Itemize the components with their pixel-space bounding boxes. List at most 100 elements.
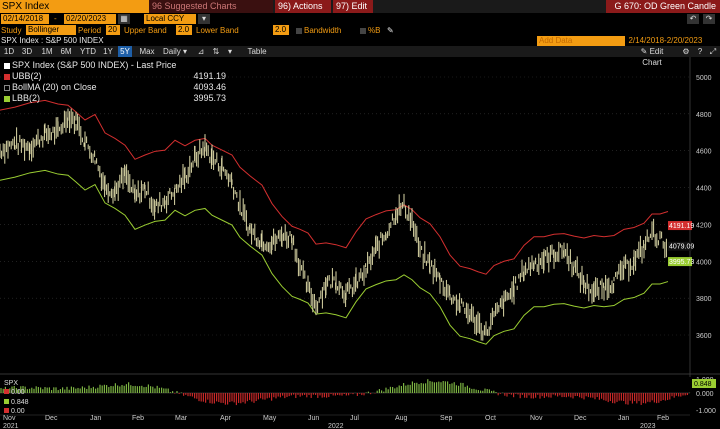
help-icon[interactable]: ? xyxy=(694,46,706,57)
legend-swatch xyxy=(4,95,10,102)
calendar-icon[interactable]: ▦ xyxy=(118,14,130,24)
study-select[interactable]: Bollinger xyxy=(26,25,76,35)
lower-legend-value: 0.848 xyxy=(11,399,29,406)
tf-1y[interactable]: 1Y xyxy=(101,46,115,57)
x-axis-month: Feb xyxy=(657,415,669,422)
suggested-charts-button[interactable]: 96 Suggested Charts xyxy=(149,0,273,13)
legend-label: SPX Index (S&P 500 INDEX) - Last Price xyxy=(12,60,177,70)
checkbox-icon xyxy=(360,27,366,34)
end-date-input[interactable]: 02/20/2023 xyxy=(64,14,116,24)
tf-max[interactable]: Max xyxy=(137,46,157,57)
currency-select[interactable]: Local CCY xyxy=(144,14,196,24)
value-tag-label: 4079.09 xyxy=(669,244,694,251)
checkbox-icon xyxy=(296,27,302,34)
legend-item-price[interactable]: SPX Index (S&P 500 INDEX) - Last Price xyxy=(4,60,226,71)
lower-bollinger-band xyxy=(0,169,669,345)
chart-symbol: SPX Index : S&P 500 INDEX xyxy=(1,36,104,45)
chart-header: SPX Index : S&P 500 INDEX Add Data Daily… xyxy=(0,36,720,46)
price-chart[interactable]: 5000 4800 4600 4400 4200 4000 3800 3600 Nov Dec J… xyxy=(0,57,720,429)
tf-ytd[interactable]: YTD xyxy=(78,46,98,57)
pencil-icon: ✎ xyxy=(640,47,650,56)
tf-1d[interactable]: 1D xyxy=(2,46,16,57)
redo-icon[interactable]: ↷ xyxy=(703,14,715,24)
y-axis: 5000 4800 4600 4400 4200 4000 3800 3600 xyxy=(696,75,712,340)
top-toolbar: SPX Index 96 Suggested Charts 96) Action… xyxy=(0,0,720,13)
period-input[interactable]: 20 xyxy=(106,25,120,35)
bandwidth-checkbox[interactable]: Bandwidth xyxy=(296,25,341,36)
chart-template-title: G 670: OD Green Candle xyxy=(606,0,720,13)
tf-6m[interactable]: 6M xyxy=(59,46,73,57)
compare-icon[interactable]: ⇅ xyxy=(210,46,222,57)
price-candles xyxy=(0,108,667,341)
x-axis-month: Dec xyxy=(574,415,587,422)
chevron-down-icon[interactable]: ▾ xyxy=(198,14,210,24)
x-axis-year: 2021 xyxy=(3,423,19,429)
y-axis-label: 3800 xyxy=(696,296,712,303)
chart-legend: SPX Index (S&P 500 INDEX) - Last Price U… xyxy=(4,60,226,104)
x-axis-month: Nov xyxy=(3,415,16,422)
lower-indicator-panel: SPX0.000.8480.001.0000.000-1.0000.848 xyxy=(0,373,720,415)
x-axis-month: Nov xyxy=(530,415,543,422)
date-range-row: 02/14/2018 - 02/20/2023 ▦ Local CCY ▾ ↶ … xyxy=(0,13,720,25)
legend-swatch xyxy=(4,73,10,80)
legend-swatch xyxy=(4,62,10,69)
x-axis-month: Apr xyxy=(220,415,232,422)
more-menu-icon[interactable]: ▾ xyxy=(226,46,234,57)
y-axis-label: 4600 xyxy=(696,149,712,156)
percent-b-checkbox[interactable]: %B xyxy=(360,25,380,36)
frequency-select[interactable]: Daily ▾ xyxy=(160,46,190,57)
right-value-tags: 4191.19 4079.09 3995.73 xyxy=(668,221,694,267)
y-axis-label: 4400 xyxy=(696,186,712,193)
chart-type-icon[interactable]: ⊿ xyxy=(195,46,207,57)
table-button[interactable]: Table xyxy=(245,46,269,57)
upper-bollinger-band xyxy=(0,99,669,275)
legend-item-bollma[interactable]: BollMA (20) on Close 4093.46 xyxy=(4,82,226,93)
x-axis-year: 2023 xyxy=(640,423,656,429)
actions-menu[interactable]: 96) Actions xyxy=(275,0,331,13)
timeframe-bar: 1D 3D 1M 6M YTD 1Y 5Y Max Daily ▾ ⊿ ⇅ ▾ … xyxy=(0,46,720,67)
upper-band-label: Upper Band xyxy=(124,26,167,35)
y-axis-label: 3600 xyxy=(696,333,712,340)
x-axis-month: Oct xyxy=(485,415,496,422)
edit-chart-button[interactable]: ✎ Edit Chart xyxy=(630,46,674,67)
settings-icon[interactable]: ⚙ xyxy=(680,46,692,57)
legend-value: 4191.19 xyxy=(193,71,226,81)
chart-grid xyxy=(0,57,691,377)
value-tag-label: 4191.19 xyxy=(669,223,694,230)
y-axis-label: 4000 xyxy=(696,259,712,266)
lower-y-label: -1.000 xyxy=(696,408,716,415)
undo-icon[interactable]: ↶ xyxy=(687,14,699,24)
period-label: Period xyxy=(78,26,102,35)
x-axis-year: 2022 xyxy=(328,423,344,429)
tf-5y[interactable]: 5Y xyxy=(118,46,132,57)
x-axis-month: Sep xyxy=(440,415,453,422)
study-label: Study xyxy=(1,26,22,35)
start-date-input[interactable]: 02/14/2018 xyxy=(1,14,49,24)
expand-icon[interactable]: ⤢ xyxy=(707,46,719,57)
legend-item-lbb[interactable]: LBB(2) 3995.73 xyxy=(4,93,226,104)
percent-b-label: %B xyxy=(368,26,381,35)
lower-legend-swatch xyxy=(4,399,9,404)
lower-band-label: Lower Band xyxy=(196,26,239,35)
tf-1m[interactable]: 1M xyxy=(40,46,54,57)
x-axis-month: Aug xyxy=(395,415,408,422)
x-axis: Nov Dec Jan Feb Mar Apr May Jun Jul Aug Sep Oct Nov D… xyxy=(0,414,690,429)
tf-3d[interactable]: 3D xyxy=(20,46,34,57)
x-axis-month: Mar xyxy=(175,415,188,422)
y-axis-label: 5000 xyxy=(696,75,712,82)
upper-band-input[interactable]: 2.0 xyxy=(176,25,192,35)
legend-item-ubb[interactable]: UBB(2) 4191.19 xyxy=(4,71,226,82)
lower-legend-swatch xyxy=(4,389,9,394)
legend-value: 4093.46 xyxy=(193,82,226,92)
legend-label: UBB(2) xyxy=(12,71,42,81)
pencil-icon[interactable]: ✎ xyxy=(387,25,394,36)
bandwidth-label: Bandwidth xyxy=(304,26,342,35)
chart-period-range: Daily 2/14/2018-2/20/2023 xyxy=(604,36,702,46)
lower-band-input[interactable]: 2.0 xyxy=(273,25,289,35)
x-axis-month: Jan xyxy=(618,415,629,422)
date-separator: - xyxy=(52,14,60,24)
y-axis-label: 4200 xyxy=(696,222,712,229)
edit-menu[interactable]: 97) Edit xyxy=(333,0,373,13)
security-title[interactable]: SPX Index xyxy=(0,0,149,13)
x-axis-month: Feb xyxy=(132,415,144,422)
